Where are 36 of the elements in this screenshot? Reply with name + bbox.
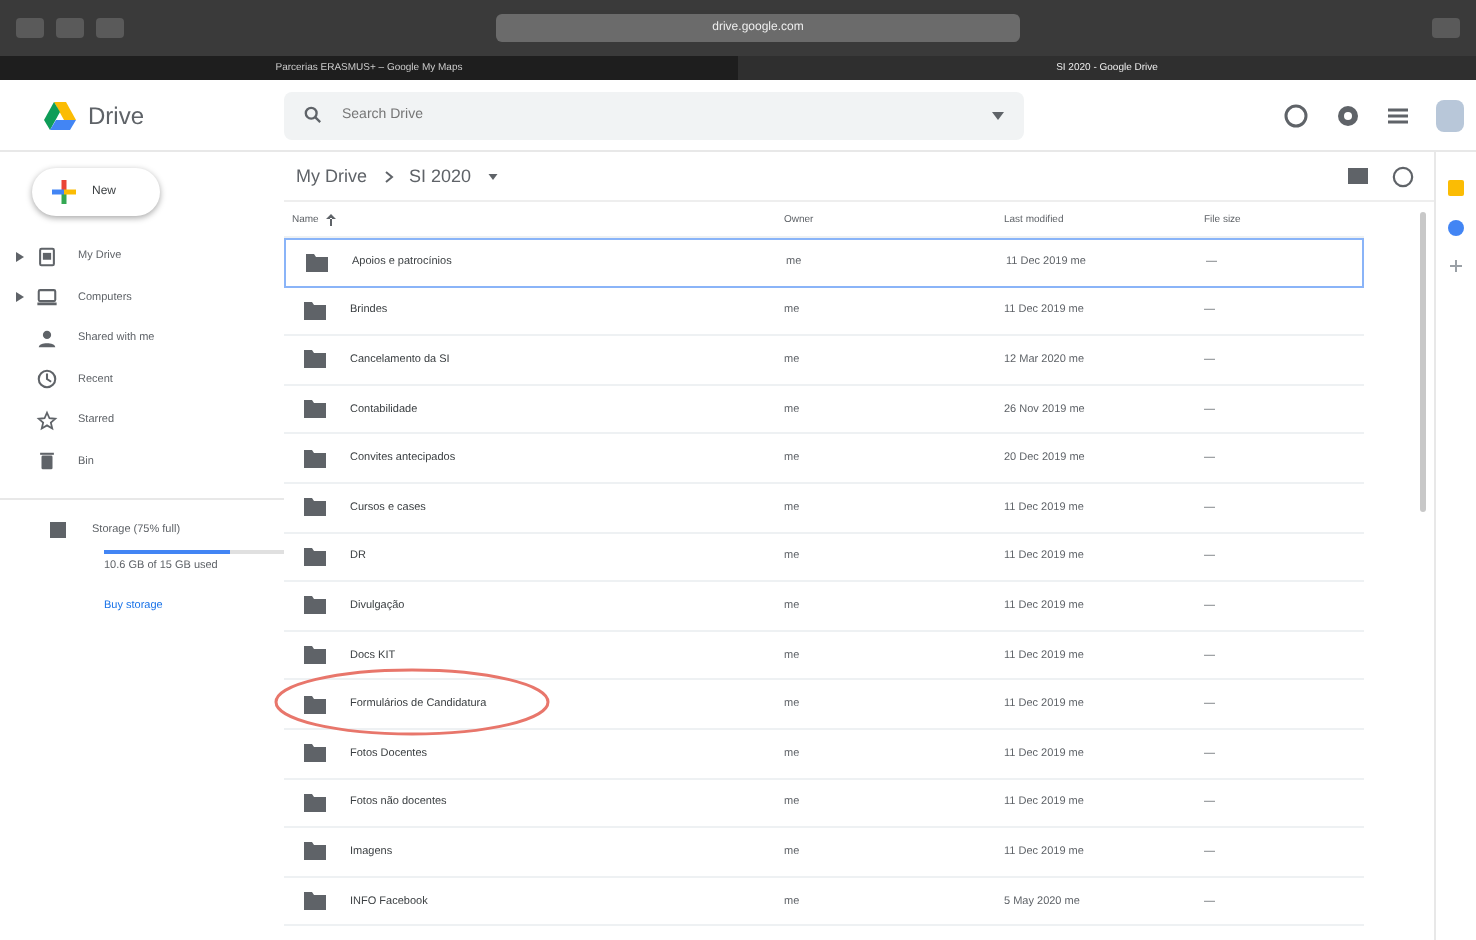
breadcrumb-item[interactable]: My Drive (296, 166, 367, 186)
folder-icon (304, 596, 326, 615)
dropdown-icon[interactable] (992, 111, 1004, 119)
folder-icon (304, 646, 326, 665)
bin-icon (36, 450, 58, 473)
folder-icon (304, 449, 326, 468)
add-icon[interactable] (1450, 260, 1462, 272)
drive-logo-icon (44, 101, 76, 129)
sort-arrow-icon[interactable] (326, 213, 337, 225)
search-icon (304, 106, 322, 124)
folder-icon (304, 695, 326, 714)
apps-icon[interactable] (1388, 105, 1408, 125)
folder-icon (304, 350, 326, 369)
clock-icon (36, 368, 58, 391)
folder-icon (304, 498, 326, 517)
dropdown-icon[interactable] (487, 173, 498, 179)
plus-icon (52, 180, 76, 204)
settings-icon[interactable] (1336, 103, 1360, 127)
expand-caret-icon[interactable] (16, 251, 24, 262)
folder-icon (304, 301, 326, 320)
drive-icon (36, 245, 58, 268)
expand-caret-icon[interactable] (16, 292, 24, 303)
folder-icon (304, 400, 326, 419)
tasks-icon[interactable] (1448, 220, 1464, 236)
computer-icon (36, 286, 58, 309)
folder-icon (304, 744, 326, 763)
folder-icon (304, 547, 326, 566)
star-icon (36, 409, 58, 432)
folder-icon (304, 793, 326, 812)
folder-icon (306, 253, 328, 272)
app-name: Drive (88, 101, 145, 129)
breadcrumb-item[interactable]: SI 2020 (409, 166, 472, 186)
chevron-icon (383, 169, 393, 183)
people-icon (36, 327, 58, 350)
folder-icon (304, 892, 326, 911)
folder-icon (304, 842, 326, 861)
